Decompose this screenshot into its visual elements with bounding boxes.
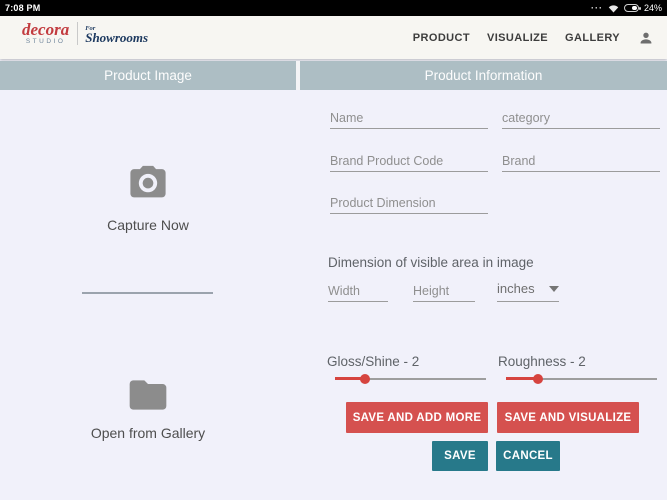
top-nav: PRODUCT VISUALIZE GALLERY [413,16,655,59]
gloss-slider-fill [335,377,365,380]
roughness-slider-track [506,378,657,380]
notification-overflow-dots: ··· [591,4,603,13]
logo-studio-text: STUDIO [22,38,69,45]
app-screen: 7:08 PM ··· 24% decora STUDIO For Showro… [0,0,667,500]
app-bar: decora STUDIO For Showrooms PRODUCT VISU… [0,16,667,59]
user-account-icon[interactable] [637,29,655,47]
nav-gallery[interactable]: GALLERY [565,32,620,44]
nav-product[interactable]: PRODUCT [413,32,470,44]
camera-icon [126,160,170,209]
capture-now-label: Capture Now [0,217,296,233]
logo-for-showrooms: For Showrooms [78,25,148,43]
unit-selected-value: inches [497,281,535,296]
height-field[interactable] [413,280,475,302]
logo-showrooms-text: Showrooms [85,32,148,43]
folder-icon [126,378,170,417]
gloss-slider-label: Gloss/Shine - 2 [327,354,419,369]
chevron-down-icon [549,286,559,292]
panel-divider [82,292,213,294]
battery-icon [624,4,639,12]
nav-visualize[interactable]: VISUALIZE [487,32,548,44]
cancel-button[interactable]: CANCEL [496,441,560,471]
logo-brand-name: decora [22,22,69,37]
status-icons: ··· 24% [591,3,662,13]
app-logo: decora STUDIO For Showrooms [22,22,148,45]
roughness-slider-thumb[interactable] [533,374,543,384]
section-headers: Product Image Product Information [0,61,667,90]
open-from-gallery-button[interactable]: Open from Gallery [0,378,296,441]
roughness-slider[interactable] [506,373,657,385]
wifi-icon [608,4,619,13]
roughness-slider-fill [506,377,538,380]
logo-decora-studio: decora STUDIO [22,22,78,45]
name-field[interactable] [330,107,488,129]
product-dimension-field[interactable] [330,192,488,214]
gloss-slider[interactable] [335,373,486,385]
save-and-visualize-button[interactable]: SAVE AND VISUALIZE [497,402,639,433]
save-button[interactable]: SAVE [432,441,488,471]
product-information-header: Product Information [300,61,667,90]
unit-dropdown[interactable]: inches [497,276,559,302]
battery-percent: 24% [644,3,662,13]
visible-area-label: Dimension of visible area in image [328,255,534,270]
status-time: 7:08 PM [5,3,40,13]
capture-now-button[interactable]: Capture Now [0,160,296,233]
open-from-gallery-label: Open from Gallery [0,425,296,441]
product-image-panel: Capture Now Open from Gallery [0,90,296,500]
product-image-header: Product Image [0,61,296,90]
product-information-panel: Dimension of visible area in image inche… [300,90,667,500]
gloss-slider-thumb[interactable] [360,374,370,384]
category-field[interactable] [502,107,660,129]
save-and-add-more-button[interactable]: SAVE AND ADD MORE [346,402,488,433]
width-field[interactable] [328,280,388,302]
brand-field[interactable] [502,150,660,172]
gloss-slider-track [335,378,486,380]
brand-product-code-field[interactable] [330,150,488,172]
roughness-slider-label: Roughness - 2 [498,354,586,369]
status-bar: 7:08 PM ··· 24% [0,0,667,16]
